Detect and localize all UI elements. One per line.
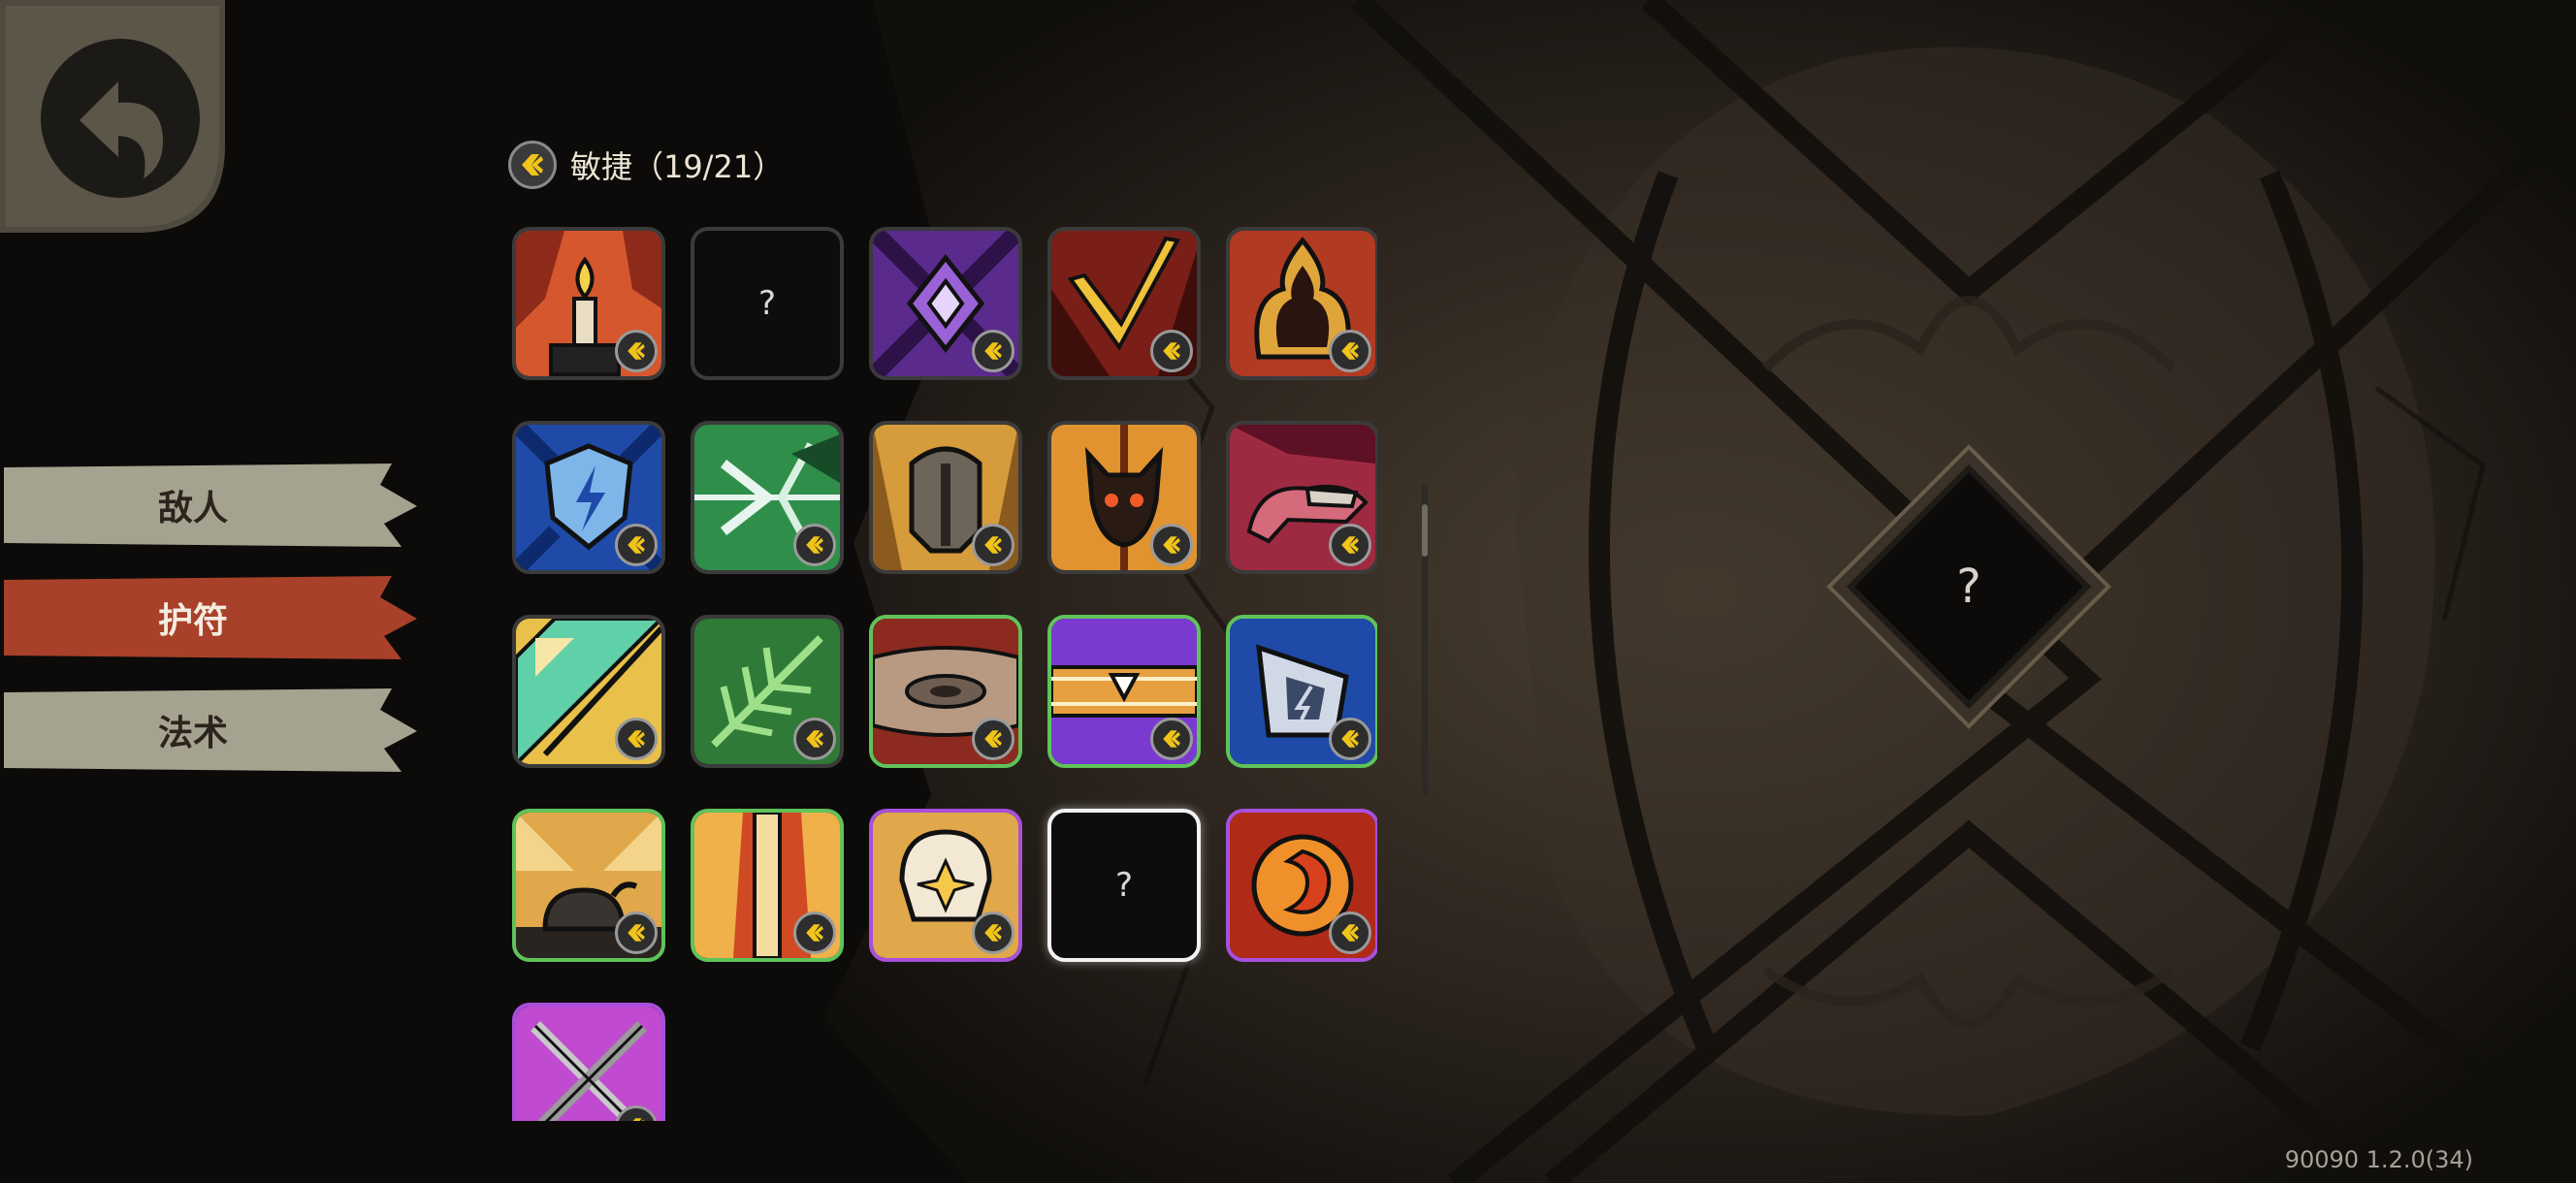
agility-badge-icon	[972, 330, 1014, 372]
agility-badge-icon	[1150, 718, 1193, 760]
unknown-mark: ?	[757, 284, 777, 323]
charm-lightning-shield[interactable]	[512, 421, 665, 574]
charm-crimson-beast[interactable]	[1226, 421, 1377, 574]
charm-crossed-blades[interactable]	[512, 1003, 665, 1121]
agility-badge-icon	[793, 718, 836, 760]
tab-enemies-label: 敌人	[157, 489, 228, 528]
scrollbar-thumb[interactable]	[1422, 504, 1428, 557]
agility-badge-icon	[615, 330, 658, 372]
agility-badge-icon	[615, 718, 658, 760]
charm-fire-pillar[interactable]	[691, 809, 844, 962]
charm-blue-shield[interactable]	[1226, 615, 1377, 768]
charm-flame-demon[interactable]	[1047, 421, 1201, 574]
agility-badge-icon	[1329, 718, 1371, 760]
charm-green-arrows[interactable]	[691, 421, 844, 574]
charm-phoenix-swirl[interactable]	[1226, 809, 1377, 962]
agility-badge-icon	[1150, 330, 1193, 372]
agility-badge-icon	[1150, 524, 1193, 566]
agility-badge-icon	[1329, 911, 1371, 954]
category-header: 敏捷（19/21）	[508, 140, 784, 190]
tab-spells-label: 法术	[157, 714, 228, 753]
tab-charms[interactable]: 护符	[4, 576, 417, 659]
charm-unknown-selected[interactable]: ?	[1047, 809, 1201, 962]
back-button[interactable]	[0, 0, 225, 233]
charm-helmet[interactable]	[869, 421, 1022, 574]
tab-enemies[interactable]: 敌人	[4, 464, 417, 547]
charm-golden-slash[interactable]	[1047, 227, 1201, 380]
charm-ring-disc[interactable]	[869, 615, 1022, 768]
agility-badge-icon	[972, 524, 1014, 566]
category-title: 敏捷（19/21）	[570, 148, 785, 185]
detail-unknown-mark: ?	[1956, 560, 1981, 614]
charm-candle[interactable]	[512, 227, 665, 380]
charm-flame-shadow[interactable]	[1226, 227, 1377, 380]
charm-purple-crystal[interactable]	[869, 227, 1022, 380]
agility-badge-icon	[615, 911, 658, 954]
agility-badge-icon	[793, 911, 836, 954]
agility-badge-icon	[972, 911, 1014, 954]
unknown-mark: ?	[1114, 866, 1134, 905]
charm-teal-shard[interactable]	[512, 615, 665, 768]
agility-badge-icon	[972, 718, 1014, 760]
charm-bomb[interactable]	[512, 809, 665, 962]
version-label: 90090 1.2.0(34)	[2284, 1146, 2473, 1173]
charm-purple-banner[interactable]	[1047, 615, 1201, 768]
charm-green-leaf[interactable]	[691, 615, 844, 768]
charm-grid: ? ?	[504, 219, 1377, 1121]
tab-spells[interactable]: 法术	[4, 688, 417, 772]
agility-badge-icon	[793, 524, 836, 566]
charm-unknown[interactable]: ?	[691, 227, 844, 380]
agility-badge-icon	[1329, 524, 1371, 566]
agility-badge-icon	[1329, 330, 1371, 372]
agility-badge-icon	[615, 524, 658, 566]
tab-charms-label: 护符	[157, 601, 228, 641]
charm-skull-star[interactable]	[869, 809, 1022, 962]
agility-icon[interactable]	[508, 141, 557, 189]
